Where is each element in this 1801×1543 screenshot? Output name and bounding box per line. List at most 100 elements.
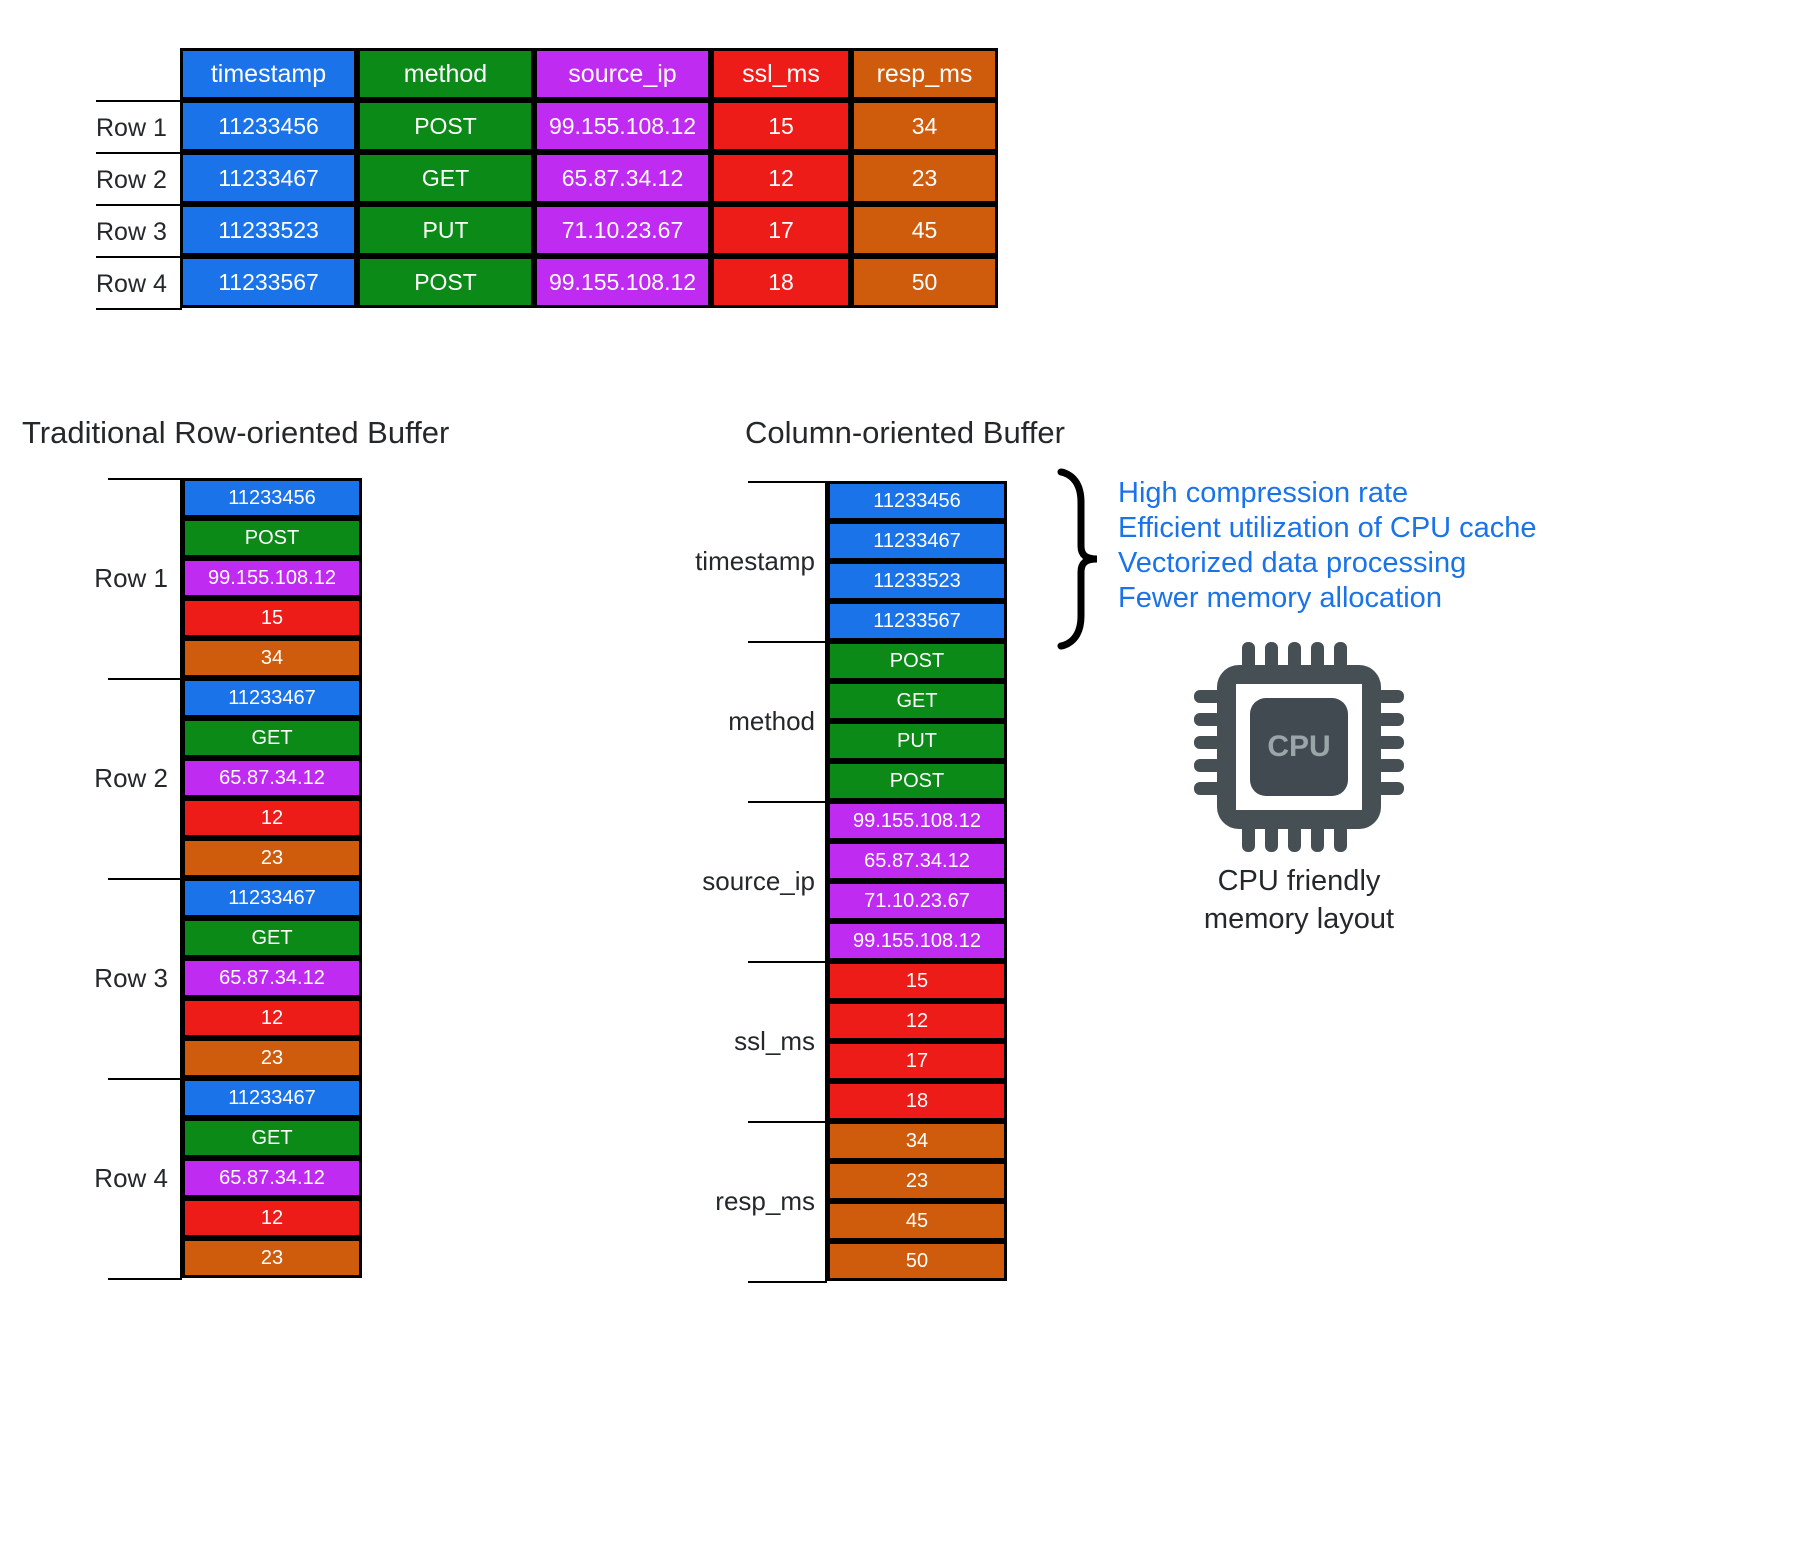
table-header-row: timestamp method source_ip ssl_ms resp_ms: [180, 48, 998, 100]
gutter-tick: [108, 678, 182, 680]
curly-brace-icon: [1055, 468, 1103, 650]
row-oriented-buffer: 11233456 POST 99.155.108.12 15 34 11233467 GET…: [182, 478, 362, 1278]
row-buffer-cell-method: GET: [182, 918, 362, 958]
sample-data-table: timestamp method source_ip ssl_ms resp_ms 11…: [180, 48, 998, 308]
row-buffer-group-label: Row 1: [94, 562, 168, 593]
table-cell-source_ip: 99.155.108.12: [534, 100, 711, 152]
gutter-tick: [748, 641, 827, 643]
row-buffer-group-label: Row 4: [94, 1162, 168, 1193]
column-buffer-label-gutter: timestamp method source_ip ssl_ms resp_ms: [695, 481, 827, 1283]
gutter-tick: [108, 478, 182, 480]
table-cell-resp_ms: 50: [851, 256, 998, 308]
col-buffer-cell-timestamp: 11233567: [827, 601, 1007, 641]
table-row: 11233456 POST 99.155.108.12 15 34: [180, 100, 998, 152]
row-buffer-group-label: Row 3: [94, 962, 168, 993]
col-buffer-cell-timestamp: 11233456: [827, 481, 1007, 521]
table-header-timestamp: timestamp: [180, 48, 357, 100]
table-cell-ssl_ms: 17: [711, 204, 851, 256]
table-cell-timestamp: 11233567: [180, 256, 357, 308]
row-buffer-cell-ssl_ms: 12: [182, 798, 362, 838]
row-buffer-cell-source_ip: 65.87.34.12: [182, 958, 362, 998]
table-cell-method: PUT: [357, 204, 534, 256]
table-row: 11233467 GET 65.87.34.12 12 23: [180, 152, 998, 204]
col-buffer-cell-method: POST: [827, 761, 1007, 801]
row-buffer-cell-method: POST: [182, 518, 362, 558]
col-buffer-group-label: ssl_ms: [734, 1025, 815, 1056]
col-buffer-cell-timestamp: 11233467: [827, 521, 1007, 561]
row-buffer-cell-source_ip: 65.87.34.12: [182, 758, 362, 798]
row-buffer-cell-method: GET: [182, 718, 362, 758]
table-cell-timestamp: 11233467: [180, 152, 357, 204]
col-buffer-group-label: method: [728, 705, 815, 736]
benefit-item: High compression rate: [1118, 477, 1409, 509]
table-cell-ssl_ms: 12: [711, 152, 851, 204]
table-cell-resp_ms: 23: [851, 152, 998, 204]
row-buffer-cell-source_ip: 65.87.34.12: [182, 1158, 362, 1198]
col-buffer-cell-method: GET: [827, 681, 1007, 721]
table-row: 11233523 PUT 71.10.23.67 17 45: [180, 204, 998, 256]
row-buffer-cell-timestamp: 11233467: [182, 878, 362, 918]
table-header-source_ip: source_ip: [534, 48, 711, 100]
table-cell-source_ip: 71.10.23.67: [534, 204, 711, 256]
col-buffer-cell-source_ip: 71.10.23.67: [827, 881, 1007, 921]
col-buffer-cell-ssl_ms: 17: [827, 1041, 1007, 1081]
row-buffer-title: Traditional Row-oriented Buffer: [22, 415, 450, 450]
col-buffer-cell-resp_ms: 23: [827, 1161, 1007, 1201]
table-row: 11233567 POST 99.155.108.12 18 50: [180, 256, 998, 308]
row-buffer-cell-ssl_ms: 15: [182, 598, 362, 638]
gutter-tick: [108, 1078, 182, 1080]
table-cell-method: POST: [357, 256, 534, 308]
column-buffer-title: Column-oriented Buffer: [745, 415, 1065, 450]
gutter-tick: [108, 878, 182, 880]
table-cell-timestamp: 11233523: [180, 204, 357, 256]
cpu-caption: CPU friendly memory layout: [1140, 862, 1458, 938]
table-row-label: Row 1: [96, 113, 167, 142]
col-buffer-cell-timestamp: 11233523: [827, 561, 1007, 601]
col-buffer-cell-source_ip: 65.87.34.12: [827, 841, 1007, 881]
col-buffer-cell-ssl_ms: 15: [827, 961, 1007, 1001]
col-buffer-cell-ssl_ms: 12: [827, 1001, 1007, 1041]
row-buffer-label-gutter: Row 1 Row 2 Row 3 Row 4: [94, 478, 182, 1280]
cpu-chip-label: CPU: [1267, 730, 1330, 763]
table-cell-timestamp: 11233456: [180, 100, 357, 152]
col-buffer-cell-source_ip: 99.155.108.12: [827, 801, 1007, 841]
cpu-caption-line-1: CPU friendly: [1217, 865, 1381, 897]
top-table-row-label-gutter: Row 1 Row 2 Row 3 Row 4: [96, 100, 182, 310]
row-buffer-cell-resp_ms: 23: [182, 1238, 362, 1278]
col-buffer-group-label: source_ip: [702, 865, 815, 896]
column-oriented-buffer: 11233456 11233467 11233523 11233567 POST GET P…: [827, 481, 1007, 1281]
col-buffer-group-label: timestamp: [695, 545, 815, 576]
table-cell-method: POST: [357, 100, 534, 152]
table-header-resp_ms: resp_ms: [851, 48, 998, 100]
col-buffer-cell-method: POST: [827, 641, 1007, 681]
row-buffer-cell-method: GET: [182, 1118, 362, 1158]
row-buffer-cell-resp_ms: 34: [182, 638, 362, 678]
gutter-tick: [108, 1278, 182, 1280]
col-buffer-cell-method: PUT: [827, 721, 1007, 761]
table-cell-ssl_ms: 15: [711, 100, 851, 152]
cpu-chip-icon: CPU: [1192, 640, 1406, 854]
table-row-label: Row 3: [96, 217, 167, 246]
table-header-method: method: [357, 48, 534, 100]
cpu-caption-line-2: memory layout: [1203, 903, 1395, 935]
benefit-item: Efficient utilization of CPU cache: [1118, 512, 1537, 544]
row-buffer-cell-source_ip: 99.155.108.12: [182, 558, 362, 598]
table-cell-resp_ms: 34: [851, 100, 998, 152]
gutter-tick: [748, 481, 827, 483]
table-cell-ssl_ms: 18: [711, 256, 851, 308]
row-buffer-cell-timestamp: 11233467: [182, 678, 362, 718]
row-buffer-group-label: Row 2: [94, 762, 168, 793]
gutter-tick: [748, 801, 827, 803]
gutter-tick: [748, 1121, 827, 1123]
table-header-ssl_ms: ssl_ms: [711, 48, 851, 100]
col-buffer-cell-resp_ms: 45: [827, 1201, 1007, 1241]
benefit-item: Fewer memory allocation: [1118, 582, 1442, 614]
table-row-label: Row 2: [96, 165, 167, 194]
row-buffer-cell-resp_ms: 23: [182, 1038, 362, 1078]
col-buffer-group-label: resp_ms: [715, 1185, 815, 1216]
row-buffer-cell-ssl_ms: 12: [182, 1198, 362, 1238]
gutter-tick: [748, 1281, 827, 1283]
table-cell-resp_ms: 45: [851, 204, 998, 256]
benefits-list: High compression rate Efficient utilizati…: [1118, 476, 1748, 616]
row-buffer-cell-timestamp: 11233467: [182, 1078, 362, 1118]
